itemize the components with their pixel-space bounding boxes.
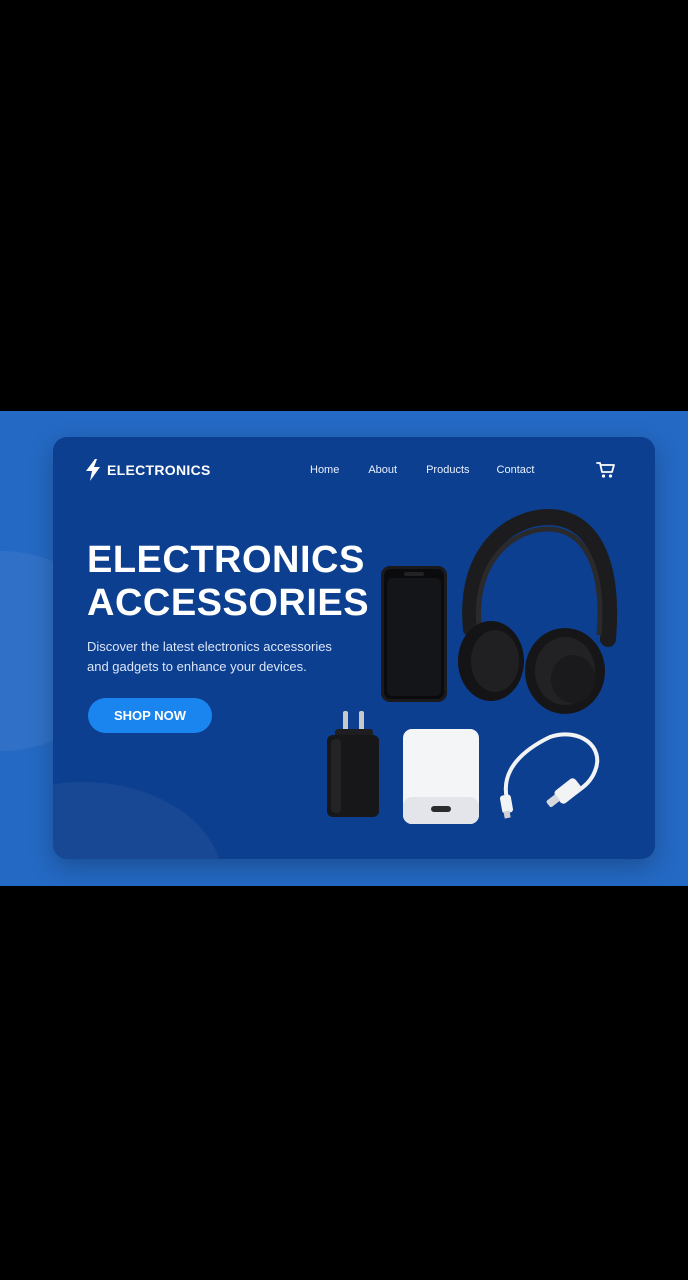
- lightning-bolt-icon: [86, 459, 100, 481]
- hero-title-line1: ELECTRONICS: [87, 539, 365, 581]
- main-nav: Home About Products Contact: [310, 464, 534, 476]
- hero-title-line2: ACCESSORIES: [87, 582, 370, 624]
- power-bank-image: [403, 729, 479, 824]
- shop-now-button[interactable]: SHOP NOW: [88, 698, 212, 733]
- headphones-image: [458, 509, 617, 714]
- smartphone-image: [381, 566, 447, 702]
- nav-contact[interactable]: Contact: [497, 464, 535, 476]
- brand-name: ELECTRONICS: [107, 462, 211, 478]
- nav-about[interactable]: About: [368, 464, 397, 476]
- hero-description: Discover the latest electronics accessor…: [87, 639, 332, 674]
- page-background: ELECTRONICS Home About Products Contact …: [0, 411, 688, 886]
- hero-title: ELECTRONICS ACCESSORIES: [87, 539, 369, 625]
- usb-c-cable-image: [499, 732, 600, 819]
- shopping-cart-icon[interactable]: [596, 461, 616, 479]
- nav-home[interactable]: Home: [310, 464, 339, 476]
- nav-products[interactable]: Products: [426, 464, 469, 476]
- card-wave: [53, 782, 223, 859]
- hero-card: ELECTRONICS Home About Products Contact …: [53, 437, 655, 859]
- brand-logo[interactable]: ELECTRONICS: [85, 459, 211, 481]
- wall-charger-image: [327, 711, 379, 817]
